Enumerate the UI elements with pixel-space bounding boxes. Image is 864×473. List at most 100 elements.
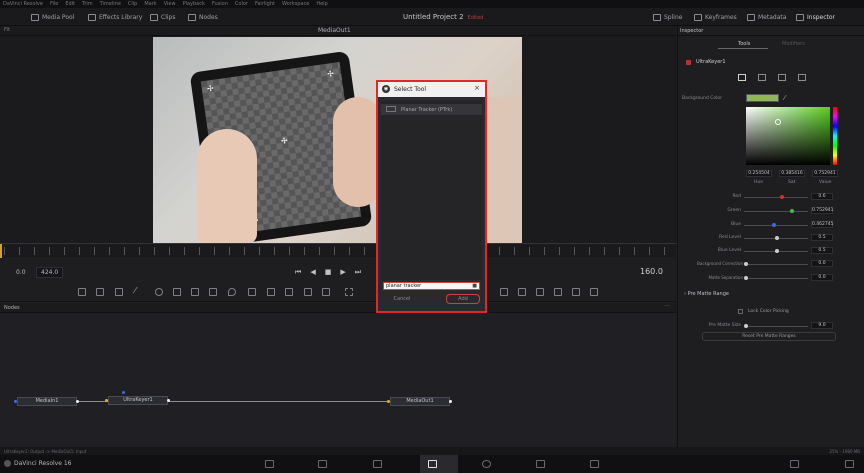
matte-separation-slider-knob[interactable] bbox=[744, 276, 748, 280]
clear-search-icon[interactable]: ■ bbox=[472, 283, 477, 289]
green-slider[interactable] bbox=[744, 211, 808, 212]
pre-matte-size-value[interactable]: 9.0 bbox=[811, 322, 833, 329]
red-slider[interactable] bbox=[744, 197, 808, 198]
nodes-options-icon[interactable]: ··· bbox=[664, 303, 670, 310]
color-page-icon[interactable] bbox=[482, 460, 491, 468]
blue-level-slider-knob[interactable] bbox=[775, 249, 779, 253]
settings-tab-icon[interactable] bbox=[758, 74, 766, 81]
node-mediain1[interactable]: MediaIn1 bbox=[17, 397, 77, 406]
edit-page-icon[interactable] bbox=[373, 460, 382, 468]
node-output-dot[interactable] bbox=[76, 400, 79, 403]
matte-separation-value[interactable]: 0.0 bbox=[811, 274, 833, 281]
transform-tool-icon[interactable] bbox=[267, 288, 275, 296]
red-level-value[interactable]: 0.5 bbox=[811, 234, 833, 241]
menu-item-edit[interactable]: Edit bbox=[65, 1, 75, 7]
duration-field[interactable]: 424.0 bbox=[36, 267, 64, 278]
spline-button[interactable]: Spline bbox=[653, 12, 682, 22]
pre-matte-range-section[interactable]: › Pre Matte Range bbox=[684, 291, 729, 297]
node-ultrakeyer1[interactable]: UltraKeyer1 bbox=[108, 396, 168, 405]
controls-tab-icon[interactable] bbox=[738, 74, 746, 81]
hue-value[interactable]: 0.254504 bbox=[746, 170, 772, 177]
viewer-zoom-select[interactable]: Fit bbox=[4, 27, 10, 33]
node-color-swatch[interactable] bbox=[686, 60, 691, 65]
red-value[interactable]: 0.6 bbox=[811, 193, 833, 200]
color-picker-cursor[interactable] bbox=[775, 119, 781, 125]
text-tool-icon[interactable] bbox=[115, 288, 123, 296]
close-icon[interactable]: × bbox=[474, 84, 480, 92]
media-page-icon[interactable] bbox=[265, 460, 274, 468]
color-picker-field[interactable] bbox=[746, 107, 830, 165]
clips-button[interactable]: Clips bbox=[150, 12, 175, 22]
menu-item-mark[interactable]: Mark bbox=[144, 1, 156, 7]
matte-separation-slider[interactable] bbox=[744, 278, 808, 279]
cut-page-icon[interactable] bbox=[318, 460, 327, 468]
green-value[interactable]: 0.752941 bbox=[811, 207, 833, 214]
menu-item-fusion[interactable]: Fusion bbox=[212, 1, 228, 7]
background-correction-slider[interactable] bbox=[744, 264, 808, 265]
list-item[interactable]: Planar Tracker (PTrk) bbox=[381, 104, 482, 115]
background-color-swatch[interactable] bbox=[746, 94, 779, 102]
node-output-dot[interactable] bbox=[449, 400, 452, 403]
end-frame[interactable]: 160.0 bbox=[640, 267, 663, 276]
start-time[interactable]: 0.0 bbox=[16, 269, 26, 276]
blue-slider-knob[interactable] bbox=[772, 223, 776, 227]
background-correction-value[interactable]: 0.0 bbox=[811, 260, 833, 267]
mask-tab-icon[interactable] bbox=[778, 74, 786, 81]
node-input-dot[interactable] bbox=[105, 399, 108, 402]
hue-slider[interactable] bbox=[833, 107, 837, 165]
deliver-page-icon[interactable] bbox=[590, 460, 599, 468]
eyedropper-icon[interactable]: ⁄ bbox=[784, 94, 785, 102]
lock-color-picking-checkbox[interactable] bbox=[738, 309, 743, 314]
menu-item-color[interactable]: Color bbox=[235, 1, 248, 7]
menu-item-timeline[interactable]: Timeline bbox=[100, 1, 121, 7]
cancel-button[interactable]: Cancel bbox=[386, 295, 418, 304]
blue-value[interactable]: 0.462745 bbox=[811, 221, 833, 228]
renderer-3d-tool-icon[interactable] bbox=[572, 288, 580, 296]
image-tab-icon[interactable] bbox=[798, 74, 806, 81]
selection-tool-icon[interactable] bbox=[345, 288, 353, 296]
fusion-page-icon[interactable] bbox=[428, 460, 437, 468]
resize-tool-icon[interactable] bbox=[322, 288, 330, 296]
menu-item-clip[interactable]: Clip bbox=[128, 1, 137, 7]
fairlight-page-icon[interactable] bbox=[536, 460, 545, 468]
effects-library-button[interactable]: Effects Library bbox=[88, 12, 142, 22]
media-pool-button[interactable]: Media Pool bbox=[31, 12, 74, 22]
sat-value[interactable]: 0.385416 bbox=[779, 170, 805, 177]
inspector-node-row[interactable]: UltraKeyer1 bbox=[682, 57, 862, 67]
keyframes-button[interactable]: Keyframes bbox=[694, 12, 737, 22]
nodes-button[interactable]: Nodes bbox=[188, 12, 218, 22]
value-value[interactable]: 0.752941 bbox=[812, 170, 838, 177]
go-to-end-button[interactable]: ⏭ bbox=[355, 268, 361, 277]
tool-search-input[interactable]: planar tracker ■ bbox=[383, 282, 480, 290]
tab-tools[interactable]: Tools bbox=[738, 41, 750, 47]
menu-item-app[interactable]: DaVinci Resolve bbox=[3, 1, 43, 7]
red-slider-knob[interactable] bbox=[780, 195, 784, 199]
merge-3d-tool-icon[interactable] bbox=[590, 288, 598, 296]
bspline-tool-icon[interactable] bbox=[173, 288, 181, 296]
pre-matte-size-slider-knob[interactable] bbox=[744, 324, 748, 328]
merge-tool-icon[interactable] bbox=[248, 288, 256, 296]
play-button[interactable]: ▶ bbox=[340, 268, 345, 277]
blue-slider[interactable] bbox=[744, 225, 808, 226]
home-icon[interactable] bbox=[790, 460, 799, 468]
menu-item-fairlight[interactable]: Fairlight bbox=[255, 1, 275, 7]
settings-gear-icon[interactable] bbox=[845, 460, 854, 468]
menu-item-view[interactable]: View bbox=[164, 1, 176, 7]
node-mask-dot[interactable] bbox=[122, 391, 125, 394]
light-3d-tool-icon[interactable] bbox=[554, 288, 562, 296]
node-input-dot[interactable] bbox=[387, 400, 390, 403]
menu-item-help[interactable]: Help bbox=[316, 1, 327, 7]
node-output-dot[interactable] bbox=[167, 399, 170, 402]
menu-item-trim[interactable]: Trim bbox=[82, 1, 93, 7]
metadata-button[interactable]: Metadata bbox=[747, 12, 786, 22]
background-tool-icon[interactable] bbox=[78, 288, 86, 296]
playhead[interactable] bbox=[0, 244, 2, 258]
color-corrector-tool-icon[interactable] bbox=[285, 288, 293, 296]
shape-3d-tool-icon[interactable] bbox=[518, 288, 526, 296]
node-input-dot[interactable] bbox=[14, 400, 17, 403]
polygon-tool-icon[interactable] bbox=[155, 288, 163, 296]
reset-pre-matte-ranges-button[interactable]: Reset Pre Matte Ranges bbox=[702, 332, 836, 341]
particles-tool-icon[interactable] bbox=[500, 288, 508, 296]
background-correction-slider-knob[interactable] bbox=[744, 262, 748, 266]
green-slider-knob[interactable] bbox=[790, 209, 794, 213]
